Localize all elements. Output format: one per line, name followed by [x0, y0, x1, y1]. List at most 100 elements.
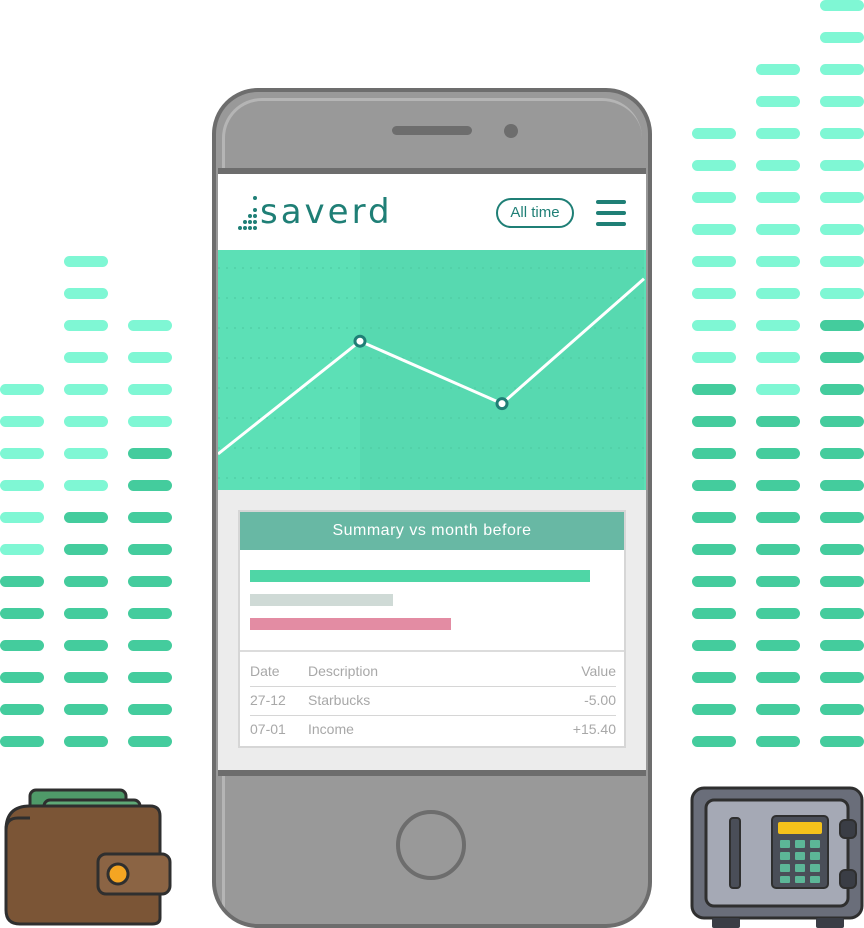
phone-screen: saverd All time Summary vs month before …	[218, 168, 646, 776]
summary-bar-expense	[250, 618, 451, 630]
time-filter-button[interactable]: All time	[496, 198, 574, 228]
equalizer-bar	[820, 320, 864, 331]
equalizer-bar	[64, 256, 108, 267]
equalizer-bar	[128, 672, 172, 683]
equalizer-bar	[692, 160, 736, 171]
equalizer-bar	[820, 224, 864, 235]
equalizer-bar	[64, 352, 108, 363]
equalizer-bar	[756, 352, 800, 363]
equalizer-bar	[0, 416, 44, 427]
equalizer-bar	[692, 416, 736, 427]
logo-text: saverd	[260, 192, 393, 232]
equalizer-bar	[692, 544, 736, 555]
row-value: -5.00	[584, 692, 616, 708]
chart-point[interactable]	[353, 334, 367, 348]
equalizer-bar	[64, 480, 108, 491]
app-logo[interactable]: saverd	[238, 194, 393, 230]
column-header-value: Value	[581, 663, 616, 679]
equalizer-bar	[756, 224, 800, 235]
equalizer-bar	[0, 640, 44, 651]
equalizer-bar	[820, 608, 864, 619]
equalizer-bar	[820, 448, 864, 459]
equalizer-bar	[756, 736, 800, 747]
equalizer-bar	[820, 416, 864, 427]
equalizer-bar	[128, 352, 172, 363]
equalizer-bar	[0, 544, 44, 555]
equalizer-bar	[64, 544, 108, 555]
equalizer-bar	[692, 672, 736, 683]
row-description: Income	[308, 721, 354, 737]
equalizer-bar	[692, 480, 736, 491]
summary-bar-neutral	[250, 594, 393, 606]
equalizer-bar	[64, 736, 108, 747]
transactions-table: Date Description Value 27-12 Starbucks -…	[250, 658, 616, 744]
equalizer-bar	[128, 544, 172, 555]
equalizer-bar	[820, 288, 864, 299]
equalizer-bar	[756, 64, 800, 75]
equalizer-bar	[0, 448, 44, 459]
equalizer-bar	[820, 384, 864, 395]
equalizer-bar	[692, 192, 736, 203]
summary-card: Summary vs month before Date Description…	[238, 510, 626, 748]
equalizer-bar	[64, 512, 108, 523]
summary-title: Summary vs month before	[240, 512, 624, 550]
equalizer-bar	[0, 480, 44, 491]
table-header: Date Description Value	[250, 658, 616, 687]
equalizer-bar	[756, 160, 800, 171]
equalizer-bar	[64, 320, 108, 331]
equalizer-bar	[128, 480, 172, 491]
table-row[interactable]: 27-12 Starbucks -5.00	[250, 687, 616, 716]
equalizer-bar	[128, 448, 172, 459]
equalizer-bar	[820, 512, 864, 523]
equalizer-bar	[692, 352, 736, 363]
home-button[interactable]	[396, 810, 466, 880]
equalizer-bar	[756, 448, 800, 459]
equalizer-bar	[0, 608, 44, 619]
equalizer-bar	[692, 128, 736, 139]
equalizer-bar	[756, 544, 800, 555]
hamburger-menu-icon[interactable]	[596, 200, 626, 226]
equalizer-bar	[820, 96, 864, 107]
phone-frame: saverd All time Summary vs month before …	[212, 88, 652, 928]
logo-bars-icon	[238, 194, 258, 230]
equalizer-bar	[820, 640, 864, 651]
phone-camera	[504, 124, 518, 138]
equalizer-bar	[756, 480, 800, 491]
table-row[interactable]: 07-01 Income +15.40	[250, 716, 616, 744]
equalizer-bar	[756, 128, 800, 139]
equalizer-bar	[0, 672, 44, 683]
equalizer-bar	[64, 640, 108, 651]
chart-point[interactable]	[495, 397, 509, 411]
equalizer-bar	[692, 576, 736, 587]
equalizer-bar	[756, 512, 800, 523]
phone-speaker	[392, 126, 472, 135]
card-divider	[240, 650, 624, 652]
equalizer-bar	[64, 608, 108, 619]
equalizer-bar	[692, 320, 736, 331]
wallet-icon	[4, 788, 172, 926]
equalizer-bar	[128, 704, 172, 715]
equalizer-bar	[0, 704, 44, 715]
equalizer-bar	[756, 288, 800, 299]
equalizer-bar	[128, 736, 172, 747]
equalizer-bar	[756, 320, 800, 331]
column-header-date: Date	[250, 663, 280, 679]
equalizer-bar	[692, 384, 736, 395]
equalizer-bar	[820, 352, 864, 363]
equalizer-bar	[756, 640, 800, 651]
equalizer-bar	[820, 256, 864, 267]
equalizer-bar	[128, 320, 172, 331]
equalizer-bar	[0, 384, 44, 395]
row-value: +15.40	[572, 721, 616, 737]
equalizer-bar	[692, 736, 736, 747]
equalizer-bar	[64, 288, 108, 299]
equalizer-bar	[756, 192, 800, 203]
equalizer-bar	[692, 704, 736, 715]
column-header-description: Description	[308, 663, 379, 679]
equalizer-bar	[820, 0, 864, 11]
app-header: saverd All time	[218, 174, 646, 250]
equalizer-bar	[820, 672, 864, 683]
row-description: Starbucks	[308, 692, 371, 708]
equalizer-bar	[820, 32, 864, 43]
equalizer-bar	[756, 576, 800, 587]
